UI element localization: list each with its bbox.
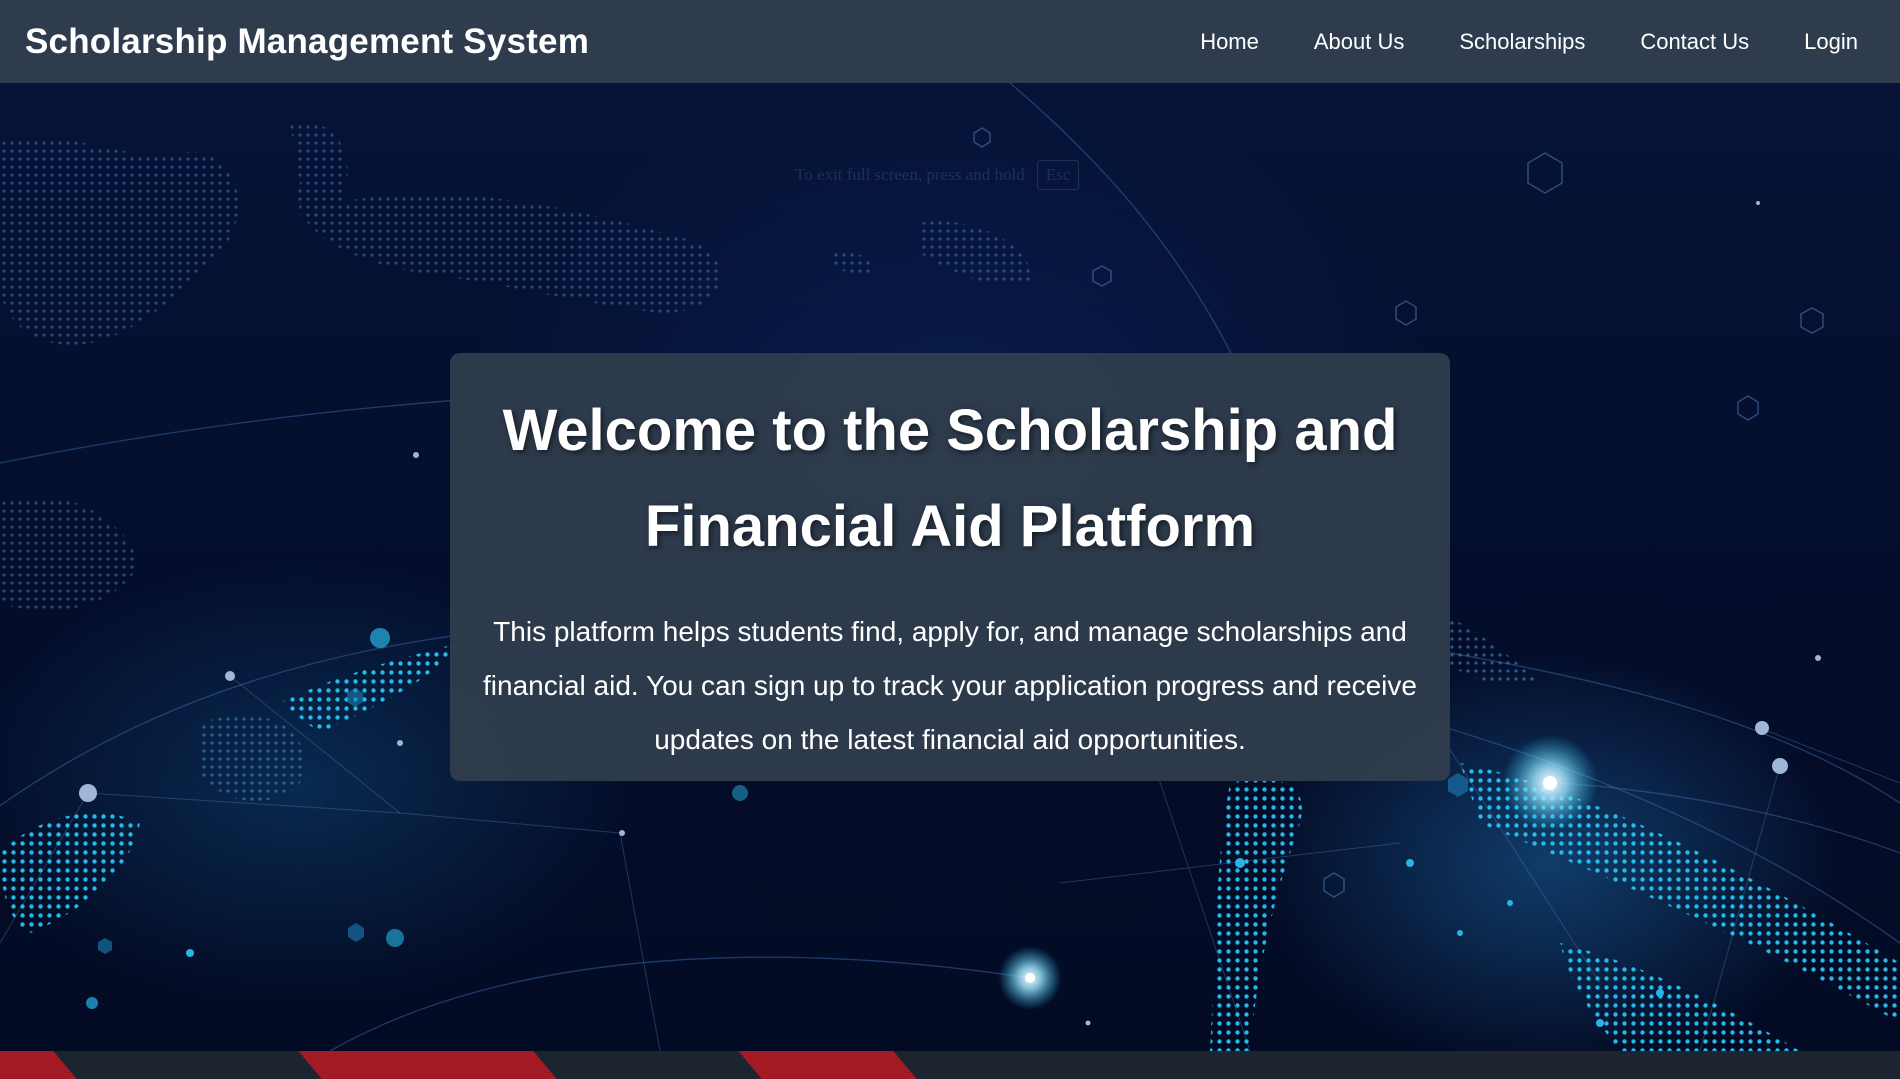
welcome-card: Welcome to the Scholarship and Financial…	[450, 353, 1450, 781]
footer-stripe-decoration	[738, 1051, 917, 1079]
footer-stripe-decoration	[298, 1051, 557, 1079]
nav-link-home[interactable]: Home	[1200, 29, 1259, 55]
welcome-description: This platform helps students find, apply…	[483, 616, 1417, 755]
esc-key-badge: Esc	[1036, 160, 1080, 190]
nav-links: Home About Us Scholarships Contact Us Lo…	[1200, 29, 1858, 55]
footer-stripe-decoration	[0, 1051, 77, 1079]
nav-link-contact-us[interactable]: Contact Us	[1640, 29, 1749, 55]
fullscreen-exit-text: To exit full screen, press and hold	[795, 165, 1025, 184]
fullscreen-exit-hint: To exit full screen, press and hold Esc	[795, 160, 1080, 190]
top-navbar: Scholarship Management System Home About…	[0, 0, 1900, 83]
nav-link-scholarships[interactable]: Scholarships	[1459, 29, 1585, 55]
nav-link-login[interactable]: Login	[1804, 29, 1858, 55]
nav-link-about-us[interactable]: About Us	[1314, 29, 1405, 55]
welcome-title: Welcome to the Scholarship and Financial…	[502, 398, 1398, 559]
page: Scholarship Management System Home About…	[0, 0, 1900, 1079]
footer-strip	[0, 1051, 1900, 1079]
site-brand[interactable]: Scholarship Management System	[25, 22, 589, 62]
